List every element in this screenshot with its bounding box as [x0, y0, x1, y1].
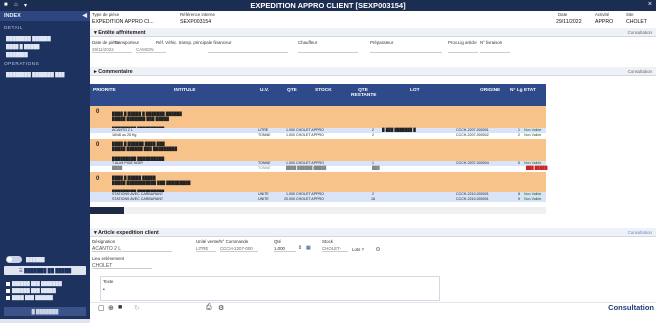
texte-box[interactable]: Texte •: [100, 276, 440, 301]
refresh-icon[interactable]: ↻: [134, 304, 140, 312]
entete-section-header[interactable]: ▾ Entête affrètement Consultation: [90, 28, 656, 37]
col-nlg[interactable]: N° Lg: [510, 88, 523, 93]
toggle-switch[interactable]: [6, 256, 22, 263]
sidebar-section-operations: OPERATIONS: [4, 62, 40, 67]
sidebar-button-2[interactable]: █ ██████: [0, 319, 90, 323]
qte-label: Qté: [274, 239, 282, 244]
stock-field[interactable]: CHOLET-: [322, 245, 348, 252]
site-field[interactable]: CHOLET: [626, 19, 647, 25]
check-colonnes[interactable]: ██████ ███ ███████: [6, 281, 62, 286]
grid-footer: [90, 207, 546, 214]
uv-field[interactable]: LITRE: [196, 245, 216, 252]
col-lot[interactable]: LOT: [410, 88, 420, 93]
new-icon[interactable]: ▢: [98, 304, 105, 312]
entete-preparateur-field[interactable]: [370, 46, 442, 53]
entete-chauffeur-field[interactable]: [298, 46, 358, 53]
lots-label: Lots ?: [352, 247, 364, 252]
table-row[interactable]: STATIONS AVEC CARBURANT UNITE 20.000 CHO…: [90, 197, 546, 202]
lots-checkbox[interactable]: [376, 247, 380, 251]
col-qte-restante[interactable]: QTE RESTANTE: [351, 88, 377, 98]
check-lignes[interactable]: ██████ ███ █████: [6, 288, 56, 293]
toggle-label: ██████: [26, 257, 45, 262]
col-qte[interactable]: QTE: [287, 88, 297, 93]
col-uv[interactable]: U.V.: [260, 88, 269, 93]
lines-grid: PRIORITE INTITULE U.V. QTE STOCK QTE RES…: [90, 84, 547, 214]
preview-icon[interactable]: ⚙: [218, 304, 224, 312]
toolbar-divider: [90, 302, 656, 303]
entete-livraison-field[interactable]: [480, 46, 510, 53]
spinner-icon[interactable]: ⇕: [298, 245, 302, 251]
ref-field[interactable]: SEXP003154: [180, 19, 211, 25]
col-intitule[interactable]: INTITULE: [174, 88, 196, 93]
commentaire-section-header[interactable]: ▸ Commentaire Consultation: [90, 67, 656, 76]
close-icon[interactable]: ×: [648, 1, 652, 8]
sidebar-button-1[interactable]: █ ███████: [4, 307, 86, 316]
article-section-header[interactable]: ▾ Article expedition client Consultation: [90, 228, 656, 237]
entete-label-transporteur: Transporteur: [114, 40, 139, 45]
commande-label: Unité vente/N° Commande: [196, 239, 249, 244]
copy-icon[interactable]: ⊕: [108, 304, 114, 312]
entete-ref-field[interactable]: [208, 46, 288, 53]
sidebar-item-recherche[interactable]: ████████ ███████ ███: [6, 72, 64, 77]
date-label: Date: [558, 12, 568, 17]
col-origine[interactable]: ORIGINE: [480, 88, 500, 93]
table-row[interactable]: 16/46 ou 25 Kg TONNE 1.000 CHOLET APPRO …: [90, 133, 546, 138]
date-field[interactable]: 29/11/2022: [556, 19, 582, 25]
site-label: Site: [626, 12, 634, 17]
check-champs[interactable]: ████ ███ ██████: [6, 295, 53, 300]
grid-icon[interactable]: ▦: [306, 245, 311, 251]
entete-label-ref: Réf. Véhic. transp. principale financeur: [156, 40, 232, 45]
delete-icon[interactable]: ■: [118, 304, 122, 311]
table-row[interactable]: ████ TONNE ████ ██████ █████ ███ ███ ███…: [90, 166, 547, 171]
entete-label-chauffeur: Chauffeur: [298, 40, 318, 45]
lieu-label: Lieu enlèvement: [92, 256, 125, 261]
designation-field[interactable]: ACANTO 2 L: [92, 245, 172, 252]
sidebar-header: INDEX ◀: [0, 11, 90, 21]
ref-label: Référence interne: [180, 12, 215, 17]
commande-field[interactable]: CCCH-2207-000: [220, 245, 258, 252]
grid-header: PRIORITE INTITULE U.V. QTE STOCK QTE RES…: [90, 84, 546, 106]
activity-field[interactable]: APPRO: [595, 19, 613, 25]
col-etat[interactable]: ETAT: [524, 88, 536, 93]
entete-transporteur-field[interactable]: CAMION: [136, 46, 166, 53]
col-stock[interactable]: STOCK: [315, 88, 332, 93]
type-label: Type de pièce: [92, 12, 120, 17]
sidebar: INDEX ◀ DETAIL ████████ ██████ ████ █ ██…: [0, 11, 90, 323]
sidebar-item-tiers[interactable]: ████ █ █████: [6, 44, 40, 49]
collapse-arrow-icon[interactable]: ◀: [82, 12, 87, 19]
entete-prov-field[interactable]: [448, 46, 478, 53]
activity-label: Activité: [595, 12, 610, 17]
sidebar-item-expedition[interactable]: ████████ ██████: [6, 36, 51, 41]
designation-label: Désignation: [92, 239, 116, 244]
title-bar: ■ ⌂ ▾ EXPEDITION APPRO CLIENT [SEXP00315…: [0, 0, 656, 11]
text-caret-icon: •: [103, 287, 105, 293]
entete-date-field[interactable]: 29/11/2022: [92, 46, 132, 53]
sidebar-item-lot[interactable]: ███████: [6, 52, 28, 57]
stock-label: Stock: [322, 239, 333, 244]
sidebar-section-detail: DETAIL: [4, 26, 23, 31]
qte-field[interactable]: 1.000: [274, 245, 296, 252]
consultation-button[interactable]: Consultation: [608, 303, 654, 312]
col-priorite[interactable]: PRIORITE: [93, 88, 116, 93]
type-field[interactable]: EXPEDITION APPRO CI...: [92, 19, 154, 25]
entete-label-prov: Prov.Lig article: [448, 40, 477, 45]
print-icon[interactable]: ⎙: [206, 304, 212, 312]
entete-label-preparateur: Préparateur: [370, 40, 394, 45]
window-title: EXPEDITION APPRO CLIENT [SEXP003154]: [250, 1, 406, 10]
grid-scroll-handle[interactable]: [90, 207, 124, 214]
lieu-field[interactable]: CHOLET: [92, 262, 152, 269]
entete-label-livraison: N° livraison: [480, 40, 503, 45]
filter-button[interactable]: ☰ ███████ ██ █████: [4, 266, 86, 275]
